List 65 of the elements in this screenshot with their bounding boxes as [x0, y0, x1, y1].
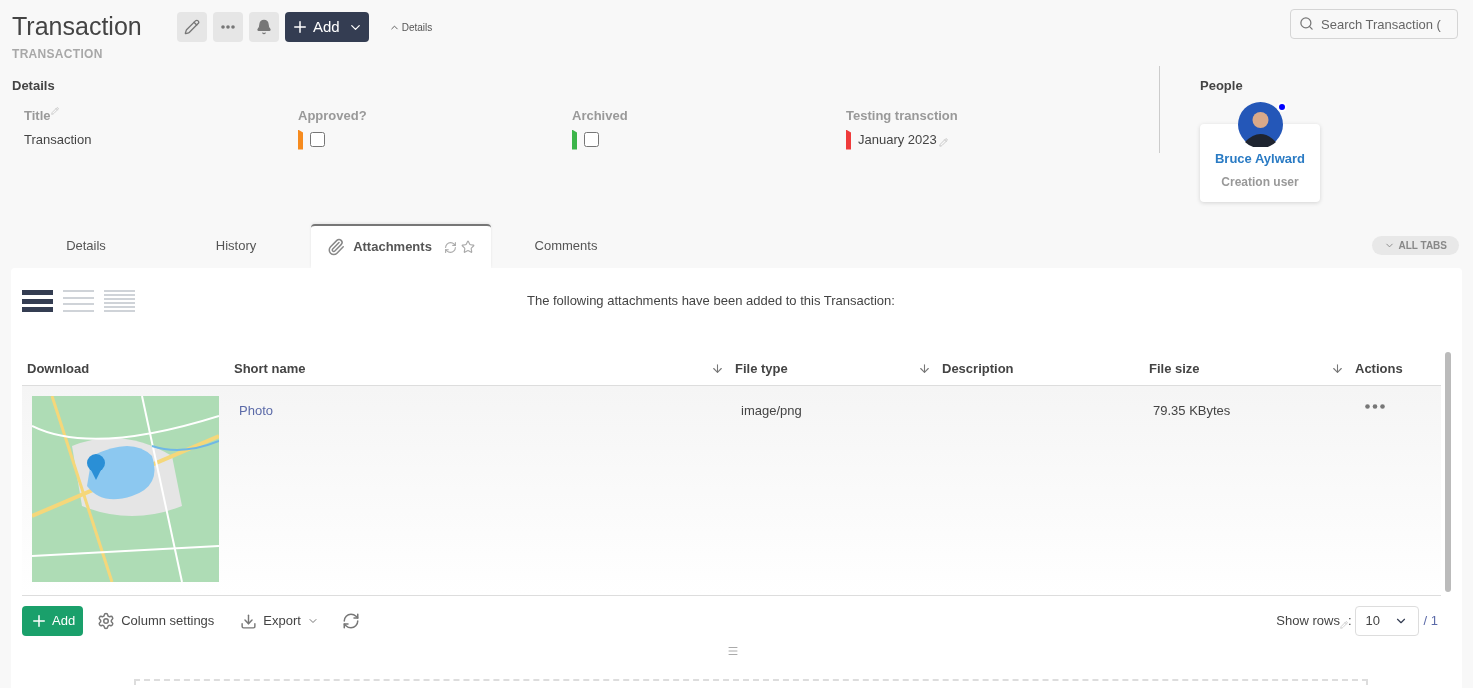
- settings-icon: [97, 612, 116, 630]
- field-value: January 2023: [858, 130, 937, 149]
- file-link[interactable]: Photo: [239, 403, 273, 418]
- refresh-icon: [443, 240, 457, 254]
- drag-handle-icon[interactable]: [726, 645, 739, 657]
- edit-button[interactable]: [177, 12, 207, 42]
- search-icon: [1299, 16, 1314, 31]
- column-header[interactable]: File size: [1144, 357, 1350, 380]
- bell-button[interactable]: [249, 12, 279, 42]
- table-cell: image/png: [741, 403, 802, 418]
- caption-text: The following attachments have been added to this Transaction:: [527, 292, 895, 311]
- sort-icon: [918, 362, 931, 375]
- download-icon: [240, 612, 258, 630]
- column-header[interactable]: File type: [730, 357, 937, 380]
- tab[interactable]: Details: [11, 224, 161, 268]
- sort-icon: [1331, 362, 1344, 375]
- column-header[interactable]: Download: [22, 357, 229, 380]
- section-heading: Details: [12, 77, 56, 95]
- tab[interactable]: Comments: [491, 224, 641, 268]
- person-role: Creation user: [1221, 173, 1299, 191]
- field-label: Title: [24, 106, 51, 125]
- show-rows-label: Show rows: [1276, 612, 1340, 631]
- more-button[interactable]: [213, 12, 243, 42]
- sort-icon: [711, 362, 724, 375]
- column-settings-button[interactable]: Column settings: [97, 611, 215, 631]
- export-button[interactable]: Export: [240, 611, 319, 631]
- density-toggle[interactable]: [63, 290, 94, 312]
- pencil-icon: [938, 138, 948, 147]
- refresh-icon: [341, 612, 360, 630]
- field-label: Approved?: [298, 106, 367, 125]
- rows-select[interactable]: 10: [1354, 606, 1419, 636]
- plus-icon: [291, 18, 309, 36]
- density-toggle[interactable]: [22, 290, 53, 312]
- column-header[interactable]: Short name: [229, 357, 730, 380]
- avatar: [1238, 101, 1283, 147]
- field-label: Testing transction: [846, 106, 958, 125]
- pencil-icon: [184, 19, 200, 35]
- checkbox[interactable]: [584, 132, 599, 147]
- field-label: Archived: [572, 106, 628, 125]
- page-subtitle: TRANSACTION: [12, 46, 104, 63]
- field-value: Transaction: [24, 130, 92, 149]
- plus-icon: [30, 612, 48, 630]
- bell-icon: [256, 19, 272, 35]
- paperclip-icon: [327, 238, 346, 256]
- details-toggle[interactable]: Details: [388, 19, 433, 35]
- separator-text: :: [1347, 612, 1352, 631]
- person-name[interactable]: Bruce Aylward: [1214, 149, 1306, 169]
- more-icon: [221, 25, 235, 29]
- add-button[interactable]: Add: [285, 12, 369, 42]
- star-icon: [460, 240, 475, 254]
- checkbox[interactable]: [310, 132, 325, 147]
- page-count: / 1: [1423, 612, 1438, 631]
- scrollbar[interactable]: [1445, 352, 1451, 592]
- more-icon: [1365, 403, 1385, 409]
- section-heading: People: [1200, 77, 1244, 95]
- page-title: Transaction: [12, 11, 143, 41]
- table-cell: 79.35 KBytes: [1153, 403, 1231, 418]
- tab[interactable]: Attachments: [311, 224, 491, 268]
- density-toggle[interactable]: [104, 290, 135, 312]
- search-field[interactable]: Search Transaction (: [1290, 9, 1458, 39]
- pencil-icon: [50, 106, 59, 115]
- pencil-icon: [1339, 621, 1348, 629]
- column-header[interactable]: Description: [937, 357, 1144, 380]
- column-header[interactable]: Actions: [1350, 357, 1441, 380]
- tab[interactable]: History: [161, 224, 311, 268]
